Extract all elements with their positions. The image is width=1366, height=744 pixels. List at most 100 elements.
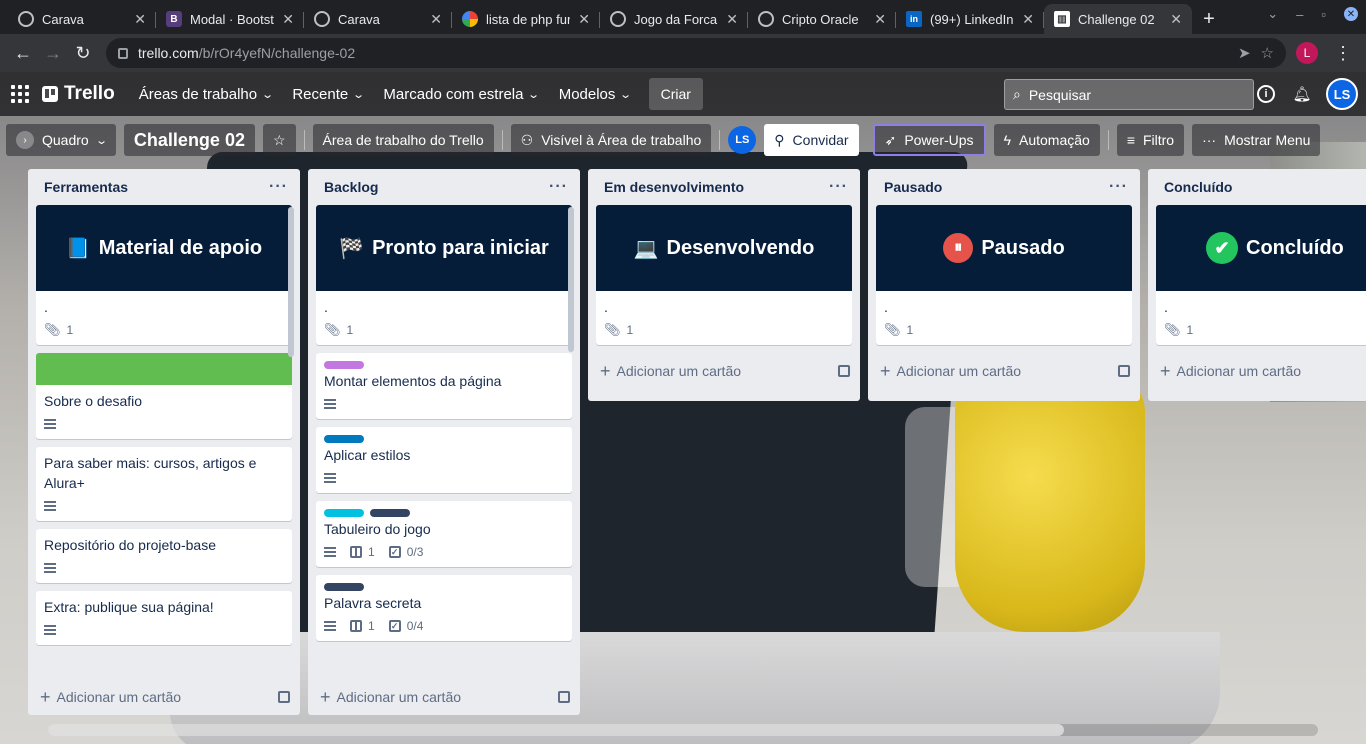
forward-icon[interactable]: → — [38, 43, 68, 64]
list-ferramentas: Ferramentas ··· 📘 Material de apoio . 📎︎ 1 … — [28, 169, 300, 715]
card-cover[interactable]: 💻 Desenvolvendo . 📎︎ 1 — [596, 205, 852, 345]
menu-workspaces[interactable]: Áreas de trabalho ⌄ — [129, 78, 283, 110]
scrollbar-thumb[interactable] — [48, 724, 1064, 736]
card[interactable]: Montar elementos da página — [316, 353, 572, 419]
list-scrollbar[interactable] — [568, 207, 574, 352]
tab-close-icon[interactable]: ✕ — [430, 11, 442, 28]
board-horizontal-scrollbar[interactable] — [48, 724, 1318, 736]
browser-tab[interactable]: BModal · Bootstrap✕ — [156, 4, 304, 34]
app-switcher-icon[interactable] — [8, 82, 32, 106]
add-card-button[interactable]: + Adicionar um cartão — [1160, 362, 1301, 380]
new-tab-button[interactable]: + — [1192, 4, 1226, 34]
add-card-button[interactable]: + Adicionar um cartão — [880, 362, 1021, 380]
checkbox-icon: ✓ — [388, 620, 401, 632]
info-button[interactable]: i — [1254, 82, 1278, 106]
tab-close-icon[interactable]: ✕ — [874, 11, 886, 28]
lock-icon[interactable] — [118, 47, 128, 59]
tab-search-icon[interactable]: ⌄ — [1267, 6, 1278, 22]
member-avatar[interactable]: LS — [728, 126, 757, 154]
list-header[interactable]: Backlog ··· — [308, 169, 580, 205]
card[interactable]: Repositório do projeto-base — [36, 529, 292, 583]
add-card-row: + Adicionar um cartão — [308, 679, 580, 715]
browser-tab[interactable]: Jogo da Forca ✕ — [600, 4, 748, 34]
tab-close-icon[interactable]: ✕ — [134, 11, 146, 28]
card-cover[interactable]: 🏁 Pronto para iniciar . 📎︎ 1 — [316, 205, 572, 345]
card-label[interactable] — [324, 583, 364, 591]
paperclip-icon: 📎︎ — [324, 322, 341, 337]
url-text[interactable]: trello.com/b/rOr4yefN/challenge-02 — [138, 45, 355, 61]
menu-templates[interactable]: Modelos ⌄ — [549, 78, 641, 110]
menu-recent[interactable]: Recente ⌄ — [282, 78, 373, 110]
browser-tab-active[interactable]: ▥ Challenge 02 ✕ — [1044, 4, 1192, 34]
search-input[interactable]: ⌕ Pesquisar — [1004, 79, 1254, 110]
close-window-icon[interactable]: ✕ — [1344, 7, 1358, 21]
filter-button[interactable]: ≡ Filtro — [1116, 124, 1185, 156]
send-icon[interactable]: ➤ — [1238, 44, 1251, 62]
add-card-button[interactable]: + Adicionar um cartão — [320, 688, 461, 706]
tab-close-icon[interactable]: ✕ — [1022, 11, 1034, 28]
list-scrollbar[interactable] — [288, 207, 294, 357]
show-menu-button[interactable]: ··· Mostrar Menu — [1192, 124, 1321, 156]
list-menu-icon[interactable]: ··· — [549, 178, 568, 196]
tab-close-icon[interactable]: ✕ — [282, 11, 294, 28]
list-menu-icon[interactable]: ··· — [829, 178, 848, 196]
browser-tab[interactable]: Carava ✕ — [304, 4, 452, 34]
list-header[interactable]: Ferramentas ··· — [28, 169, 300, 205]
board-title[interactable]: Challenge 02 — [123, 124, 255, 156]
card-cover[interactable]: ✔ Concluído . 📎︎ 1 — [1156, 205, 1366, 345]
list-em-desenvolvimento: Em desenvolvimento ··· 💻 Desenvolvendo . 📎… — [588, 169, 860, 401]
create-button[interactable]: Criar — [648, 78, 703, 110]
card[interactable]: Sobre o desafio — [36, 353, 292, 439]
card-label[interactable] — [324, 361, 364, 369]
card-label[interactable] — [324, 509, 364, 517]
card[interactable]: Tabuleiro do jogo 1 ✓ 0/3 — [316, 501, 572, 567]
card[interactable]: Palavra secreta 1 ✓ 0/4 — [316, 575, 572, 641]
tab-close-icon[interactable]: ✕ — [578, 11, 590, 28]
maximize-icon[interactable]: ▫ — [1321, 7, 1326, 22]
visibility-button[interactable]: ⚇ Visível à Área de trabalho — [510, 124, 712, 156]
template-icon[interactable] — [278, 691, 290, 703]
list-menu-icon[interactable]: ··· — [269, 178, 288, 196]
card[interactable]: Para saber mais: cursos, artigos e Alura… — [36, 447, 292, 521]
add-card-button[interactable]: + Adicionar um cartão — [600, 362, 741, 380]
card-cover[interactable]: ⏸ Pausado . 📎︎ 1 — [876, 205, 1132, 345]
template-icon[interactable] — [558, 691, 570, 703]
card[interactable]: Aplicar estilos — [316, 427, 572, 493]
powerups-button[interactable]: ➶ Power-Ups — [872, 124, 986, 156]
invite-button[interactable]: ⚲ Convidar — [764, 124, 859, 156]
card-label[interactable] — [324, 435, 364, 443]
trello-logo[interactable]: Trello — [42, 83, 115, 105]
user-avatar[interactable]: LS — [1326, 78, 1358, 110]
check-icon: ✔ — [1206, 232, 1238, 264]
description-icon — [324, 547, 336, 557]
browser-profile-avatar[interactable]: L — [1296, 42, 1318, 64]
back-icon[interactable]: ← — [8, 43, 38, 64]
address-bar[interactable]: trello.com/b/rOr4yefN/challenge-02 ➤ ☆ — [106, 38, 1286, 68]
star-icon[interactable]: ☆ — [1261, 44, 1274, 62]
template-icon[interactable] — [1118, 365, 1130, 377]
reload-icon[interactable]: ↻ — [68, 43, 98, 64]
minimize-icon[interactable]: – — [1296, 7, 1303, 22]
list-header[interactable]: Concluído — [1148, 169, 1366, 205]
tab-close-icon[interactable]: ✕ — [1170, 11, 1182, 28]
view-switcher[interactable]: › Quadro ⌄ — [6, 124, 116, 156]
card-label[interactable] — [370, 509, 410, 517]
notifications-bell-icon[interactable]: 🔔︎ — [1290, 82, 1314, 106]
list-header[interactable]: Em desenvolvimento ··· — [588, 169, 860, 205]
tab-close-icon[interactable]: ✕ — [726, 11, 738, 28]
workspace-button[interactable]: Área de trabalho do Trello — [312, 124, 494, 156]
browser-tab[interactable]: in (99+) LinkedIn ✕ — [896, 4, 1044, 34]
browser-menu-icon[interactable]: ⋮ — [1328, 43, 1358, 64]
template-icon[interactable] — [838, 365, 850, 377]
add-card-button[interactable]: + Adicionar um cartão — [40, 688, 181, 706]
star-board-button[interactable]: ☆ — [262, 124, 296, 156]
browser-tab[interactable]: Cripto Oracle ✕ — [748, 4, 896, 34]
browser-tab[interactable]: lista de php fun ✕ — [452, 4, 600, 34]
menu-starred[interactable]: Marcado com estrela ⌄ — [373, 78, 548, 110]
card-cover[interactable]: 📘 Material de apoio . 📎︎ 1 — [36, 205, 292, 345]
list-menu-icon[interactable]: ··· — [1109, 178, 1128, 196]
list-header[interactable]: Pausado ··· — [868, 169, 1140, 205]
browser-tab[interactable]: Carava ✕ — [8, 4, 156, 34]
automation-button[interactable]: ϟ Automação — [993, 124, 1100, 156]
card[interactable]: Extra: publique sua página! — [36, 591, 292, 645]
